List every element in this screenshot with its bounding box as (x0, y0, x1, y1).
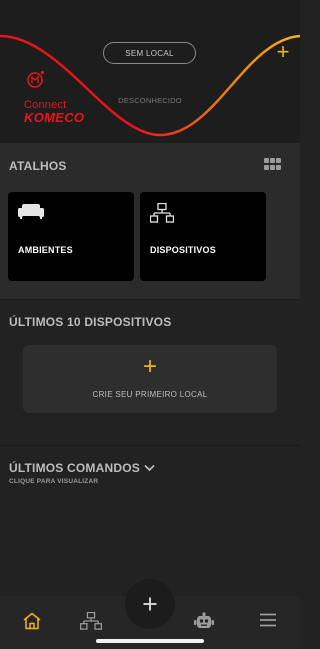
section-divider (0, 299, 300, 300)
tab-menu[interactable] (259, 612, 281, 630)
add-fab-button[interactable] (125, 579, 175, 629)
add-location-icon[interactable]: + (274, 41, 292, 63)
grid-view-icon[interactable] (264, 158, 282, 171)
menu-icon (260, 613, 276, 627)
create-location-label: CRIE SEU PRIMEIRO LOCAL (92, 390, 208, 399)
create-first-location-card[interactable]: + CRIE SEU PRIMEIRO LOCAL (23, 345, 277, 413)
recent-commands-toggle[interactable]: ÚLTIMOS COMANDOS (9, 461, 155, 475)
location-selector[interactable]: SEM LOCAL (103, 42, 196, 64)
home-indicator (96, 639, 204, 643)
sofa-icon (18, 204, 44, 219)
home-icon (23, 612, 41, 630)
shortcut-card-ambientes[interactable]: AMBIENTES (8, 192, 134, 281)
logo-brand-text: KOMECO (24, 110, 85, 125)
header: SEM LOCAL + DESCONHECIDO Connect KOMECO (0, 0, 300, 143)
shortcut-label: AMBIENTES (18, 245, 73, 255)
network-icon (80, 611, 102, 630)
recent-commands-subtitle: CLIQUE PARA VISUALIZAR (9, 478, 99, 485)
plus-icon (143, 597, 157, 611)
shortcuts-title: ATALHOS (9, 159, 67, 173)
logo-mark-icon (27, 70, 45, 88)
connection-status: DESCONHECIDO (118, 96, 182, 105)
recent-commands-title: ÚLTIMOS COMANDOS (9, 461, 140, 475)
plus-icon: + (142, 353, 157, 380)
tab-devices[interactable] (80, 611, 102, 630)
komeco-logo: Connect KOMECO (22, 66, 92, 126)
chevron-down-icon (144, 464, 155, 472)
shortcut-label: DISPOSITIVOS (150, 245, 216, 255)
tab-home[interactable] (22, 612, 44, 630)
shortcut-card-dispositivos[interactable]: DISPOSITIVOS (140, 192, 266, 281)
recent-devices-title: ÚLTIMOS 10 DISPOSITIVOS (9, 315, 172, 329)
tab-automation[interactable] (194, 612, 216, 630)
robot-icon (194, 612, 214, 628)
section-divider (0, 445, 300, 446)
network-icon (150, 203, 174, 223)
